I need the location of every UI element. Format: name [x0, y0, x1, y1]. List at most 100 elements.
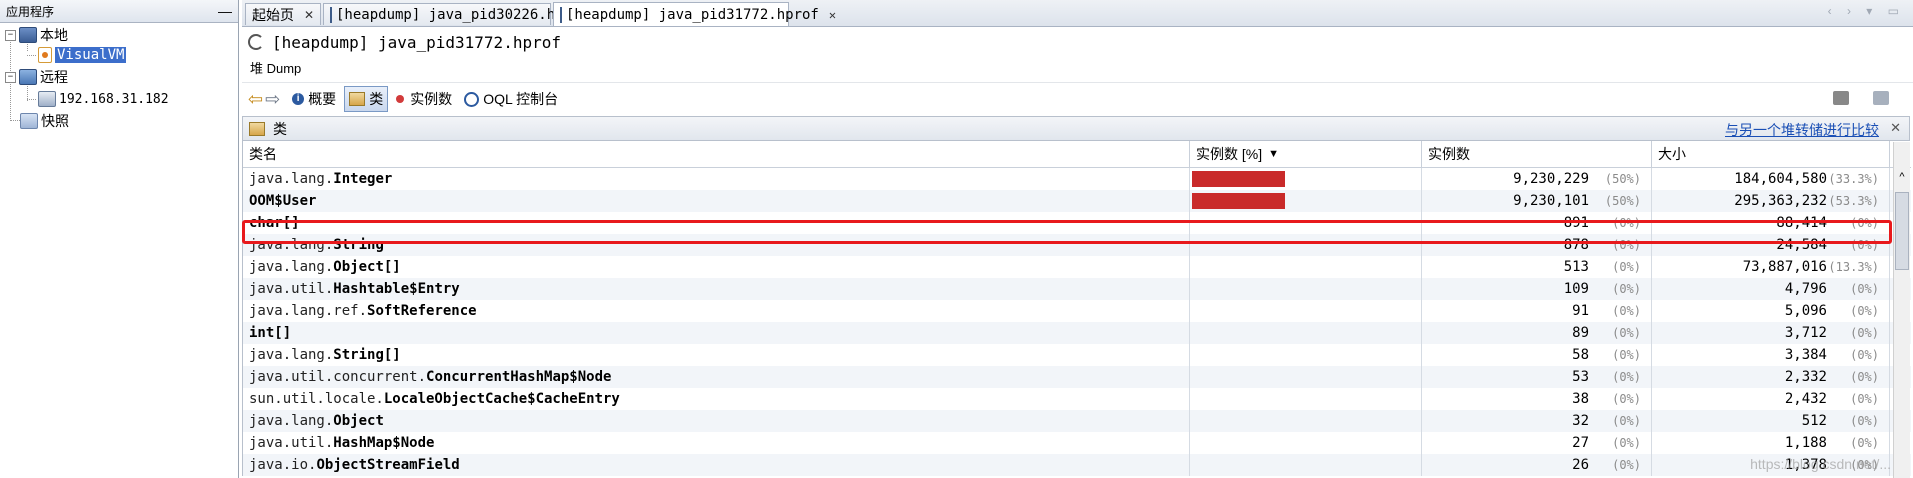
class-name-cell: java.lang.String: [243, 234, 1190, 256]
tab-heapdump-31772[interactable]: [heapdump] java_pid31772.hprof ✕: [553, 2, 836, 26]
class-name: SoftReference: [367, 303, 477, 319]
instances-button[interactable]: 实例数: [392, 87, 456, 111]
instances-cell: 9,230,229 (50%): [1422, 168, 1652, 190]
table-row[interactable]: java.lang.String 878 (0%) 24,584 (0%): [243, 234, 1911, 256]
instances-percent-cell: [1190, 322, 1422, 344]
minimize-panel-button[interactable]: —: [218, 4, 232, 18]
size-cell: 4,796 (0%): [1652, 278, 1890, 300]
instances-percent: (0%): [1612, 370, 1641, 384]
collapse-icon[interactable]: −: [5, 29, 16, 41]
instances-percent: (0%): [1612, 216, 1641, 230]
instances-cell: 27 (0%): [1422, 432, 1652, 454]
table-row[interactable]: java.lang.Object 32 (0%) 512 (0%): [243, 410, 1911, 432]
instances-count: 878: [1563, 237, 1589, 253]
close-tab-icon[interactable]: ✕: [304, 8, 314, 22]
package-name: java.lang.ref.: [249, 303, 368, 319]
table-row[interactable]: java.lang.String[] 58 (0%) 3,384 (0%): [243, 344, 1911, 366]
package-name: java.util.concurrent.: [249, 369, 427, 385]
class-name: ObjectStreamField: [316, 457, 460, 473]
instances-percent: (0%): [1612, 282, 1641, 296]
export-icon[interactable]: [1873, 91, 1889, 105]
instances-count: 891: [1563, 215, 1589, 231]
tree-node-remote-host[interactable]: 192.168.31.182: [38, 89, 169, 109]
class-name: char[]: [249, 215, 300, 231]
instances-count: 53: [1572, 369, 1589, 385]
heapdump-icon: [330, 6, 332, 23]
tab-label: 起始页: [252, 6, 294, 23]
table-row[interactable]: int[] 89 (0%) 3,712 (0%): [243, 322, 1911, 344]
instances-cell: 89 (0%): [1422, 322, 1652, 344]
column-header-instances[interactable]: 实例数: [1422, 141, 1652, 167]
table-row[interactable]: java.util.Hashtable$Entry 109 (0%) 4,796 (0%…: [243, 278, 1911, 300]
size-cell: 184,604,580 (33.3%): [1652, 168, 1890, 190]
instances-icon: [396, 95, 405, 103]
tree-node-local[interactable]: − 本地: [5, 25, 68, 45]
size-value: 512: [1801, 413, 1827, 429]
vertical-scrollbar[interactable]: ▥ ^: [1893, 27, 1913, 478]
tree-node-visualvm[interactable]: VisualVM: [38, 45, 127, 65]
class-name-cell: java.lang.String[]: [243, 344, 1190, 366]
size-percent: (0%): [1850, 436, 1879, 450]
size-value: 73,887,016: [1742, 259, 1827, 275]
size-cell: 24,584 (0%): [1652, 234, 1890, 256]
table-row[interactable]: OOM$User 9,230,101 (50%) 295,363,232 (53.3%): [243, 190, 1911, 212]
size-percent: (33.3%): [1828, 172, 1879, 186]
instances-percent-cell: [1190, 256, 1422, 278]
tree-node-remote[interactable]: − 远程: [5, 67, 68, 87]
class-name-cell: java.util.Hashtable$Entry: [243, 278, 1190, 300]
classes-button[interactable]: 类: [344, 86, 389, 112]
instances-percent-cell: [1190, 344, 1422, 366]
tab-navigation-controls[interactable]: ‹ › ▾ ▭: [1828, 4, 1905, 18]
column-header-instances-percent[interactable]: 实例数 [%] ▼: [1190, 141, 1422, 167]
class-name: int[]: [249, 325, 292, 341]
table-row[interactable]: java.util.HashMap$Node 27 (0%) 1,188 (0%): [243, 432, 1911, 454]
oql-console-button[interactable]: OQL 控制台: [460, 87, 562, 111]
size-cell: 73,887,016 (13.3%): [1652, 256, 1890, 278]
save-snapshot-icon[interactable]: [1833, 91, 1849, 105]
column-header-class-name[interactable]: 类名: [243, 141, 1190, 167]
class-name-cell: java.lang.Object[]: [243, 256, 1190, 278]
tab-start-page[interactable]: 起始页 ✕: [245, 3, 321, 25]
instances-count: 9,230,101: [1513, 193, 1589, 209]
table-row[interactable]: java.lang.ref.SoftReference 91 (0%) 5,096 (0…: [243, 300, 1911, 322]
size-percent: (0%): [1850, 282, 1879, 296]
table-row[interactable]: java.util.concurrent.ConcurrentHashMap$N…: [243, 366, 1911, 388]
collapse-icon[interactable]: −: [5, 71, 16, 83]
document-tab-bar: 起始页 ✕ [heapdump] java_pid30226.hprof ✕ […: [242, 0, 1913, 27]
summary-button[interactable]: i 概要: [288, 87, 340, 111]
compare-heapdump-link[interactable]: 与另一个堆转储进行比较: [1725, 120, 1879, 140]
table-row[interactable]: char[] 891 (0%) 88,414 (0%): [243, 212, 1911, 234]
instances-cell: 26 (0%): [1422, 454, 1652, 476]
close-tab-icon[interactable]: ✕: [829, 8, 836, 22]
instances-count: 9,230,229: [1513, 171, 1589, 187]
size-value: 184,604,580: [1734, 171, 1827, 187]
table-row[interactable]: java.io.ObjectStreamField 26 (0%) 1,378 (0%): [243, 454, 1911, 476]
package-name: sun.util.locale.: [249, 391, 384, 407]
class-name-cell: OOM$User: [243, 190, 1190, 212]
forward-arrow-icon[interactable]: ⇨: [265, 89, 280, 110]
instances-percent-cell: [1190, 432, 1422, 454]
size-value: 5,096: [1784, 303, 1827, 319]
size-value: 88,414: [1776, 215, 1827, 231]
class-name-cell: char[]: [243, 212, 1190, 234]
tab-label: [heapdump] java_pid31772.hprof: [566, 6, 819, 23]
size-cell: 2,332 (0%): [1652, 366, 1890, 388]
tab-heapdump-30226[interactable]: [heapdump] java_pid30226.hprof ✕: [323, 3, 606, 25]
scrollbar-thumb[interactable]: [1895, 192, 1909, 270]
table-row[interactable]: sun.util.locale.LocaleObjectCache$CacheE…: [243, 388, 1911, 410]
scroll-up-icon[interactable]: ^: [1895, 171, 1909, 185]
instances-percent-bar: [1192, 171, 1285, 187]
class-name: Object: [333, 413, 384, 429]
instances-label: 实例数: [410, 91, 453, 107]
tree-node-snapshots[interactable]: 快照: [20, 111, 69, 131]
table-row[interactable]: java.lang.Integer 9,230,229 (50%) 184,604,5…: [243, 168, 1911, 190]
back-arrow-icon[interactable]: ⇦: [248, 89, 263, 110]
instances-cell: 9,230,101 (50%): [1422, 190, 1652, 212]
package-name: java.lang.: [249, 237, 334, 253]
table-row[interactable]: java.lang.Object[] 513 (0%) 73,887,016 (13.3…: [243, 256, 1911, 278]
instances-percent-cell: [1190, 278, 1422, 300]
subtab-heap-dump[interactable]: 堆 Dump: [250, 58, 301, 77]
loading-spinner-icon: [248, 34, 264, 50]
column-header-size[interactable]: 大小: [1652, 141, 1890, 167]
instances-cell: 58 (0%): [1422, 344, 1652, 366]
